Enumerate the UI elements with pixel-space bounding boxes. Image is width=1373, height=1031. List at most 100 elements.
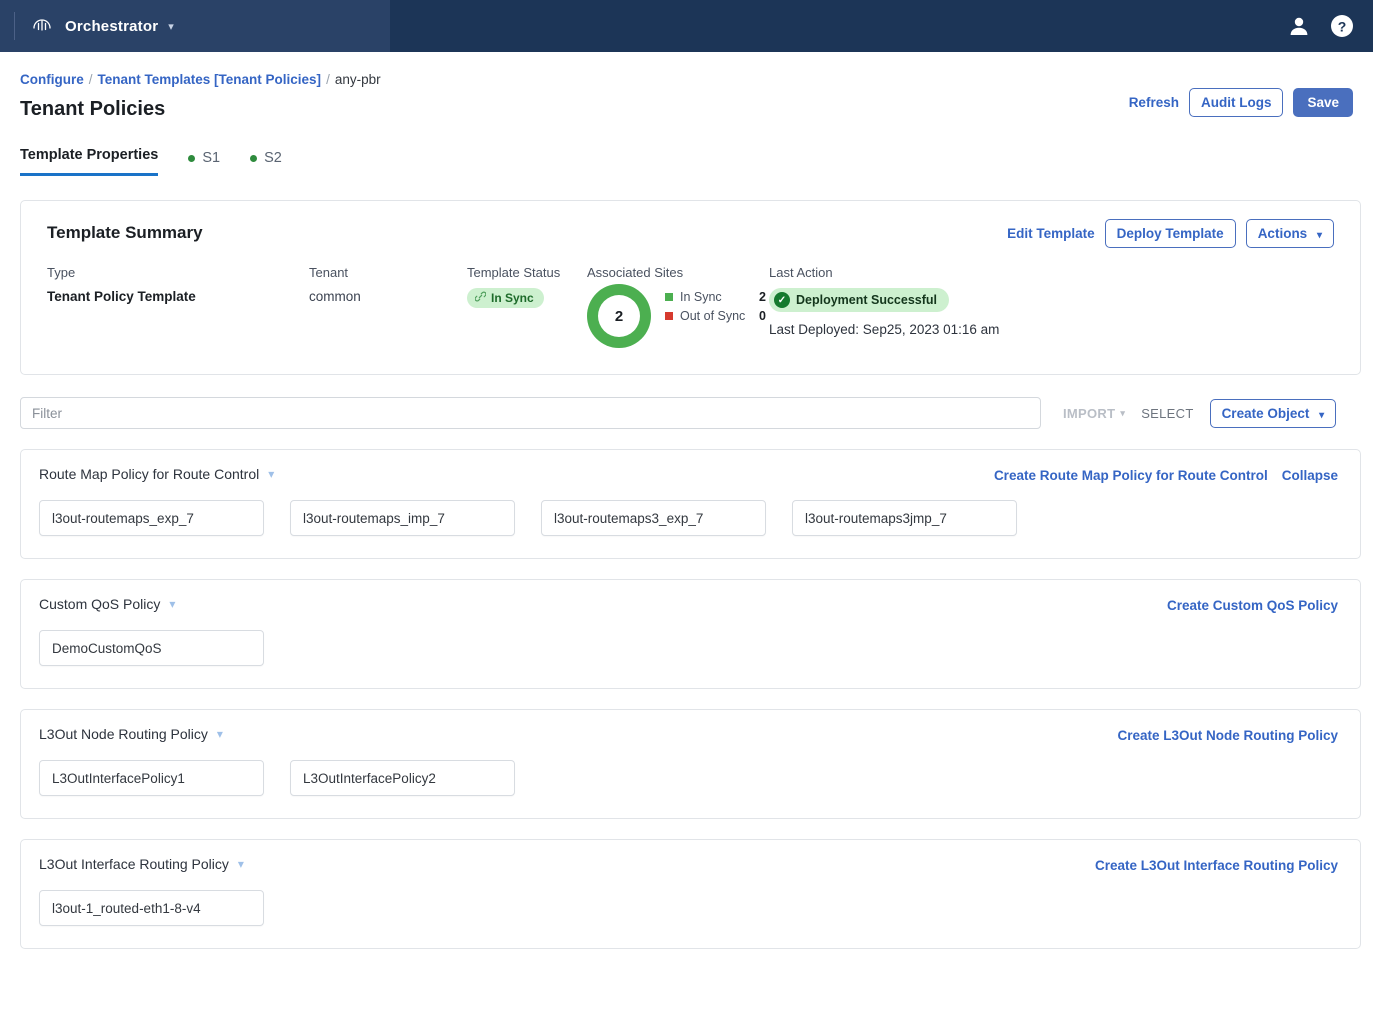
section-route-map-policy: Route Map Policy for Route Control ▾ Cre… bbox=[20, 449, 1361, 559]
create-custom-qos-policy-link[interactable]: Create Custom QoS Policy bbox=[1167, 598, 1338, 613]
chevron-down-icon[interactable]: ▾ bbox=[217, 727, 223, 741]
chevron-down-icon[interactable]: ▾ bbox=[168, 20, 174, 33]
deployment-status-badge: ✓ Deployment Successful bbox=[769, 288, 950, 312]
policy-item[interactable]: l3out-1_routed-eth1-8-v4 bbox=[39, 890, 264, 926]
policy-item[interactable]: L3OutInterfacePolicy1 bbox=[39, 760, 264, 796]
policy-item[interactable]: L3OutInterfacePolicy2 bbox=[290, 760, 515, 796]
section-links: Create L3Out Interface Routing Policy bbox=[1095, 858, 1338, 873]
section-l3out-node-routing-policy: L3Out Node Routing Policy ▾ Create L3Out… bbox=[20, 709, 1361, 819]
template-summary-body: Type Tenant Policy Template Tenant commo… bbox=[47, 265, 1334, 348]
section-items: l3out-1_routed-eth1-8-v4 bbox=[39, 890, 1340, 926]
create-object-label: Create Object bbox=[1221, 405, 1310, 421]
edit-template-button[interactable]: Edit Template bbox=[1007, 226, 1095, 241]
tab-s1[interactable]: S1 bbox=[188, 150, 220, 176]
user-icon[interactable] bbox=[1287, 14, 1311, 38]
section-header: Custom QoS Policy ▾ bbox=[39, 596, 1340, 612]
cisco-logo-icon bbox=[31, 15, 53, 37]
associated-sites-label: Associated Sites bbox=[587, 265, 684, 280]
section-custom-qos-policy: Custom QoS Policy ▾ Create Custom QoS Po… bbox=[20, 579, 1361, 689]
top-navigation-bar: Orchestrator ▾ ? bbox=[0, 0, 1373, 52]
breadcrumb-separator-1: / bbox=[88, 72, 93, 87]
legend-item-out-of-sync: Out of Sync 0 bbox=[665, 309, 766, 323]
status-dot-icon bbox=[250, 154, 258, 162]
legend-label-in-sync: In Sync bbox=[680, 290, 722, 304]
section-l3out-interface-routing-policy: L3Out Interface Routing Policy ▾ Create … bbox=[20, 839, 1361, 949]
breadcrumb-separator-2: / bbox=[326, 72, 330, 87]
create-route-map-policy-link[interactable]: Create Route Map Policy for Route Contro… bbox=[994, 468, 1268, 483]
status-badge: In Sync bbox=[467, 288, 544, 308]
last-deployed-text: Last Deployed: Sep25, 2023 01:16 am bbox=[769, 322, 1000, 337]
policy-item[interactable]: l3out-routemaps3jmp_7 bbox=[792, 500, 1017, 536]
link-icon bbox=[474, 291, 487, 305]
tab-template-properties[interactable]: Template Properties bbox=[20, 147, 159, 176]
donut-chart: 2 bbox=[587, 284, 651, 348]
filter-input[interactable] bbox=[20, 397, 1041, 429]
chevron-down-icon[interactable]: ▾ bbox=[238, 857, 244, 871]
import-dropdown[interactable]: IMPORT ▾ bbox=[1063, 406, 1125, 421]
check-circle-icon: ✓ bbox=[774, 292, 790, 308]
tab-s2[interactable]: S2 bbox=[250, 150, 282, 176]
template-summary-card: Template Summary Edit Template Deploy Te… bbox=[20, 200, 1361, 375]
tenant-label: Tenant bbox=[309, 265, 349, 280]
breadcrumb-link-configure[interactable]: Configure bbox=[20, 72, 84, 87]
actions-dropdown-button[interactable]: Actions ▾ bbox=[1245, 219, 1334, 248]
svg-text:?: ? bbox=[1338, 19, 1347, 35]
tenant-value: common bbox=[309, 289, 361, 304]
create-l3out-node-routing-policy-link[interactable]: Create L3Out Node Routing Policy bbox=[1117, 728, 1338, 743]
section-items: l3out-routemaps_exp_7 l3out-routemaps_im… bbox=[39, 500, 1340, 536]
save-button[interactable]: Save bbox=[1293, 88, 1353, 117]
type-label: Type bbox=[47, 265, 76, 280]
select-button[interactable]: SELECT bbox=[1141, 406, 1193, 421]
section-title: L3Out Interface Routing Policy bbox=[39, 856, 229, 872]
status-dot-icon bbox=[188, 154, 196, 162]
section-links: Create Route Map Policy for Route Contro… bbox=[994, 468, 1338, 483]
section-title: Custom QoS Policy bbox=[39, 596, 161, 612]
chevron-down-icon[interactable]: ▾ bbox=[268, 467, 274, 481]
tab-label: Template Properties bbox=[20, 147, 159, 163]
import-label: IMPORT bbox=[1063, 405, 1116, 421]
section-title: Route Map Policy for Route Control bbox=[39, 466, 260, 482]
legend-label-out-of-sync: Out of Sync bbox=[680, 309, 746, 323]
section-links: Create Custom QoS Policy bbox=[1167, 598, 1338, 613]
policy-item[interactable]: l3out-routemaps_imp_7 bbox=[290, 500, 515, 536]
brand-divider bbox=[14, 12, 15, 40]
summary-field-type: Type Tenant Policy Template bbox=[47, 265, 309, 348]
policy-item[interactable]: DemoCustomQoS bbox=[39, 630, 264, 666]
policy-item[interactable]: l3out-routemaps3_exp_7 bbox=[541, 500, 766, 536]
breadcrumb-link-tenant-templates[interactable]: Tenant Templates [Tenant Policies] bbox=[98, 72, 322, 87]
summary-field-associated-sites: Associated Sites 2 In Sync 2 Out of Sync… bbox=[587, 265, 769, 348]
audit-logs-button[interactable]: Audit Logs bbox=[1188, 88, 1284, 117]
summary-field-tenant: Tenant common bbox=[309, 265, 467, 348]
brand-area[interactable]: Orchestrator ▾ bbox=[0, 0, 390, 52]
section-links: Create L3Out Node Routing Policy bbox=[1117, 728, 1338, 743]
deploy-template-button[interactable]: Deploy Template bbox=[1104, 219, 1236, 248]
summary-field-last-action: Last Action ✓ Deployment Successful Last… bbox=[769, 265, 999, 348]
chevron-down-icon: ▾ bbox=[1316, 230, 1322, 241]
deployment-status-label: Deployment Successful bbox=[796, 293, 938, 307]
legend-value-out-of-sync: 0 bbox=[759, 309, 766, 323]
legend-swatch-out-of-sync bbox=[665, 312, 673, 320]
filter-toolbar-actions: IMPORT ▾ SELECT Create Object ▾ bbox=[1063, 398, 1337, 428]
last-action-label: Last Action bbox=[769, 265, 833, 280]
topbar-right-icons: ? bbox=[1287, 0, 1355, 52]
tab-bar-divider bbox=[20, 175, 1373, 176]
chevron-down-icon[interactable]: ▾ bbox=[169, 597, 175, 611]
create-object-button[interactable]: Create Object ▾ bbox=[1209, 398, 1337, 428]
legend-item-in-sync: In Sync 2 bbox=[665, 290, 766, 304]
breadcrumb-current: any-pbr bbox=[334, 72, 381, 87]
tab-label: S2 bbox=[264, 150, 282, 166]
template-summary-actions: Edit Template Deploy Template Actions ▾ bbox=[1007, 219, 1334, 248]
status-badge-label: In Sync bbox=[491, 291, 534, 305]
legend-swatch-in-sync bbox=[665, 293, 673, 301]
type-value: Tenant Policy Template bbox=[47, 289, 196, 304]
donut-total: 2 bbox=[614, 307, 624, 325]
filter-toolbar: IMPORT ▾ SELECT Create Object ▾ bbox=[20, 397, 1361, 429]
refresh-button[interactable]: Refresh bbox=[1129, 95, 1179, 110]
page-header: Configure / Tenant Templates [Tenant Polic… bbox=[0, 52, 1373, 121]
template-status-label: Template Status bbox=[467, 265, 561, 280]
create-l3out-interface-routing-policy-link[interactable]: Create L3Out Interface Routing Policy bbox=[1095, 858, 1338, 873]
actions-label: Actions bbox=[1257, 226, 1308, 241]
collapse-link[interactable]: Collapse bbox=[1282, 468, 1338, 483]
help-icon[interactable]: ? bbox=[1329, 13, 1355, 39]
policy-item[interactable]: l3out-routemaps_exp_7 bbox=[39, 500, 264, 536]
